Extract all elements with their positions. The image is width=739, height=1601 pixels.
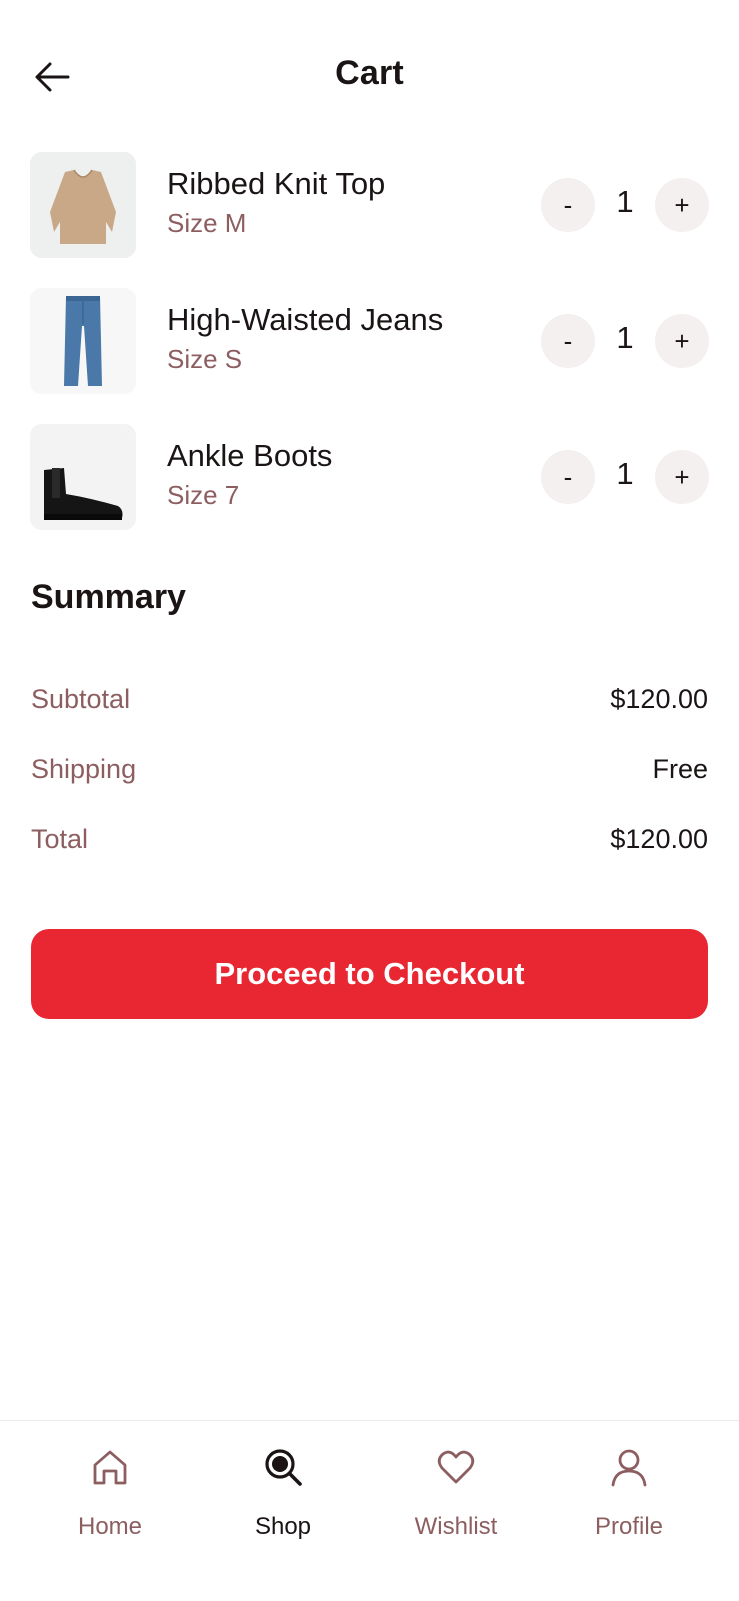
item-size: Size S: [167, 344, 243, 374]
nav-label: Profile: [594, 1513, 664, 1540]
increase-quantity-button[interactable]: +: [655, 178, 709, 232]
item-size: Size M: [167, 208, 247, 238]
item-name: Ribbed Knit Top: [167, 166, 386, 201]
item-size: Size 7: [167, 480, 240, 510]
cart-list: Ribbed Knit Top Size M - 1 + High-Waiste…: [0, 150, 739, 558]
search-icon: [265, 1449, 302, 1486]
increase-quantity-button[interactable]: +: [655, 314, 709, 368]
shipping-label: Shipping: [31, 754, 137, 784]
decrease-quantity-button[interactable]: -: [541, 450, 595, 504]
quantity-value: 1: [616, 320, 634, 355]
decrease-quantity-button[interactable]: -: [541, 178, 595, 232]
cart-item: Ankle Boots Size 7 - 1 +: [0, 422, 739, 558]
nav-item-home[interactable]: Home: [40, 1445, 180, 1575]
subtotal-label: Subtotal: [31, 684, 131, 714]
nav-item-shop[interactable]: Shop: [213, 1445, 353, 1575]
bottom-nav: Home Shop Wishlist Profile: [0, 1420, 739, 1601]
product-image-ribbed-knit-top[interactable]: [30, 152, 136, 258]
cart-item: High-Waisted Jeans Size S - 1 +: [0, 286, 739, 422]
nav-label: Shop: [254, 1513, 312, 1540]
total-value: $120.00: [610, 824, 708, 854]
total-row: Total $120.00: [31, 824, 708, 864]
increase-quantity-button[interactable]: +: [655, 450, 709, 504]
nav-item-profile[interactable]: Profile: [559, 1445, 699, 1575]
nav-item-wishlist[interactable]: Wishlist: [386, 1445, 526, 1575]
shipping-row: Shipping Free: [31, 754, 708, 794]
subtotal-value: $120.00: [610, 684, 708, 714]
subtotal-row: Subtotal $120.00: [31, 684, 708, 724]
decrease-quantity-button[interactable]: -: [541, 314, 595, 368]
heart-icon: [437, 1450, 475, 1484]
nav-label: Wishlist: [414, 1513, 498, 1540]
shipping-value: Free: [652, 754, 708, 784]
quantity-value: 1: [616, 184, 634, 219]
cart-item: Ribbed Knit Top Size M - 1 +: [0, 150, 739, 286]
home-icon: [93, 1450, 127, 1485]
nav-label: Home: [77, 1513, 143, 1540]
user-icon: [611, 1449, 647, 1487]
product-image-high-waisted-jeans[interactable]: [30, 288, 136, 394]
total-label: Total: [31, 824, 89, 854]
header: Cart: [0, 0, 739, 150]
item-name: High-Waisted Jeans: [167, 302, 444, 337]
summary-title: Summary: [31, 578, 186, 616]
quantity-value: 1: [616, 456, 634, 491]
page-title: Cart: [335, 54, 404, 92]
product-image-ankle-boots[interactable]: [30, 424, 136, 530]
proceed-to-checkout-button[interactable]: Proceed to Checkout: [31, 929, 708, 1019]
item-name: Ankle Boots: [167, 438, 333, 473]
